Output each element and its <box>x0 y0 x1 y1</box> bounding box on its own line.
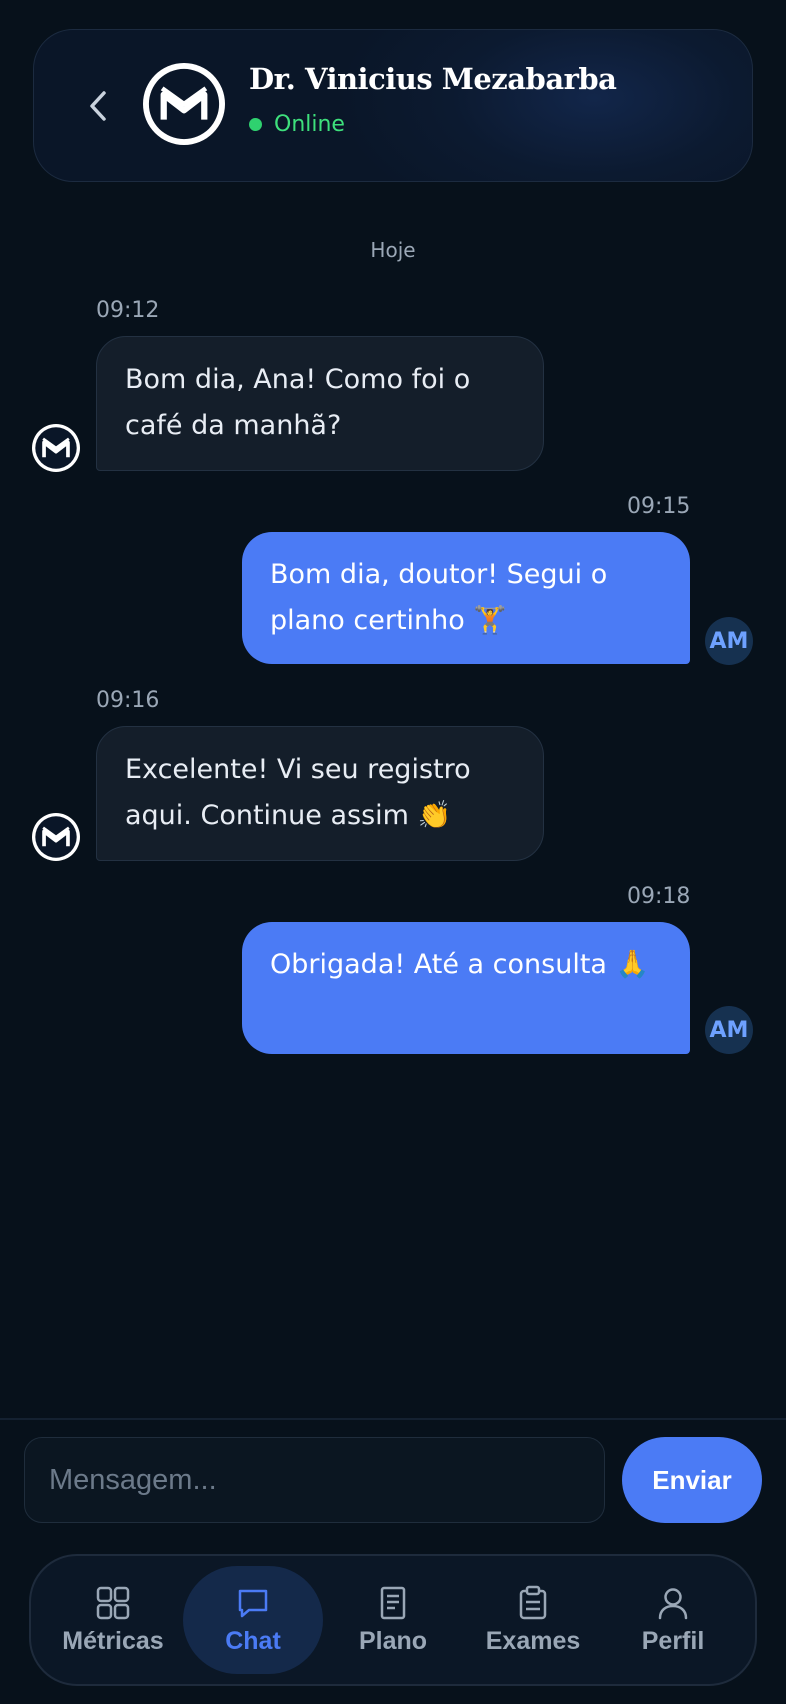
nav-item-exames[interactable]: Exames <box>463 1566 603 1674</box>
nav-item-perfil[interactable]: Perfil <box>603 1566 743 1674</box>
clipboard-icon <box>519 1585 547 1619</box>
day-separator: Hoje <box>370 238 416 262</box>
chat-header: Dr. Vinicius Mezabarba Online <box>33 29 753 182</box>
doctor-name: Dr. Vinicius Mezabarba <box>249 62 617 96</box>
nav-item-plano[interactable]: Plano <box>323 1566 463 1674</box>
back-button[interactable] <box>78 82 118 130</box>
grid-icon <box>96 1586 130 1619</box>
message-time: 09:18 <box>627 884 691 909</box>
message-bubble-outgoing[interactable]: Obrigada! Até a consulta 🙏 <box>242 922 690 1054</box>
chevron-left-icon <box>90 91 106 121</box>
chat-icon <box>238 1589 268 1617</box>
status-label: Online <box>274 112 345 137</box>
message-bubble-outgoing[interactable]: Bom dia, doutor! Segui o plano certinho … <box>242 532 690 664</box>
online-dot-icon <box>249 118 262 131</box>
doctor-avatar-small <box>32 813 80 861</box>
send-button[interactable]: Enviar <box>622 1437 762 1523</box>
nav-label: Chat <box>225 1626 281 1655</box>
nav-item-metricas[interactable]: Métricas <box>43 1566 183 1674</box>
message-input[interactable] <box>24 1437 605 1523</box>
nav-label: Exames <box>485 1626 581 1655</box>
patient-avatar: AM <box>705 617 753 665</box>
patient-avatar: AM <box>705 1006 753 1054</box>
message-bubble-incoming[interactable]: Excelente! Vi seu registro aqui. Continu… <box>96 726 544 861</box>
doctor-avatar[interactable] <box>143 63 225 145</box>
message-time: 09:12 <box>96 298 160 323</box>
m-logo-icon <box>35 427 77 469</box>
message-time: 09:16 <box>96 688 160 713</box>
nav-label: Métricas <box>62 1626 164 1655</box>
user-icon <box>658 1587 688 1619</box>
message-bubble-incoming[interactable]: Bom dia, Ana! Como foi o café da manhã? <box>96 336 544 471</box>
composer-divider <box>0 1418 786 1420</box>
nav-label: Plano <box>358 1626 428 1655</box>
m-logo-icon <box>148 68 220 140</box>
online-status: Online <box>249 112 345 137</box>
bottom-nav: Métricas Chat Plano Exames Perfil <box>29 1554 757 1686</box>
nav-label: Perfil <box>641 1626 705 1655</box>
m-logo-icon <box>35 816 77 858</box>
message-time: 09:15 <box>627 494 691 519</box>
nav-item-chat[interactable]: Chat <box>183 1566 323 1674</box>
doctor-avatar-small <box>32 424 80 472</box>
document-icon <box>380 1586 406 1619</box>
